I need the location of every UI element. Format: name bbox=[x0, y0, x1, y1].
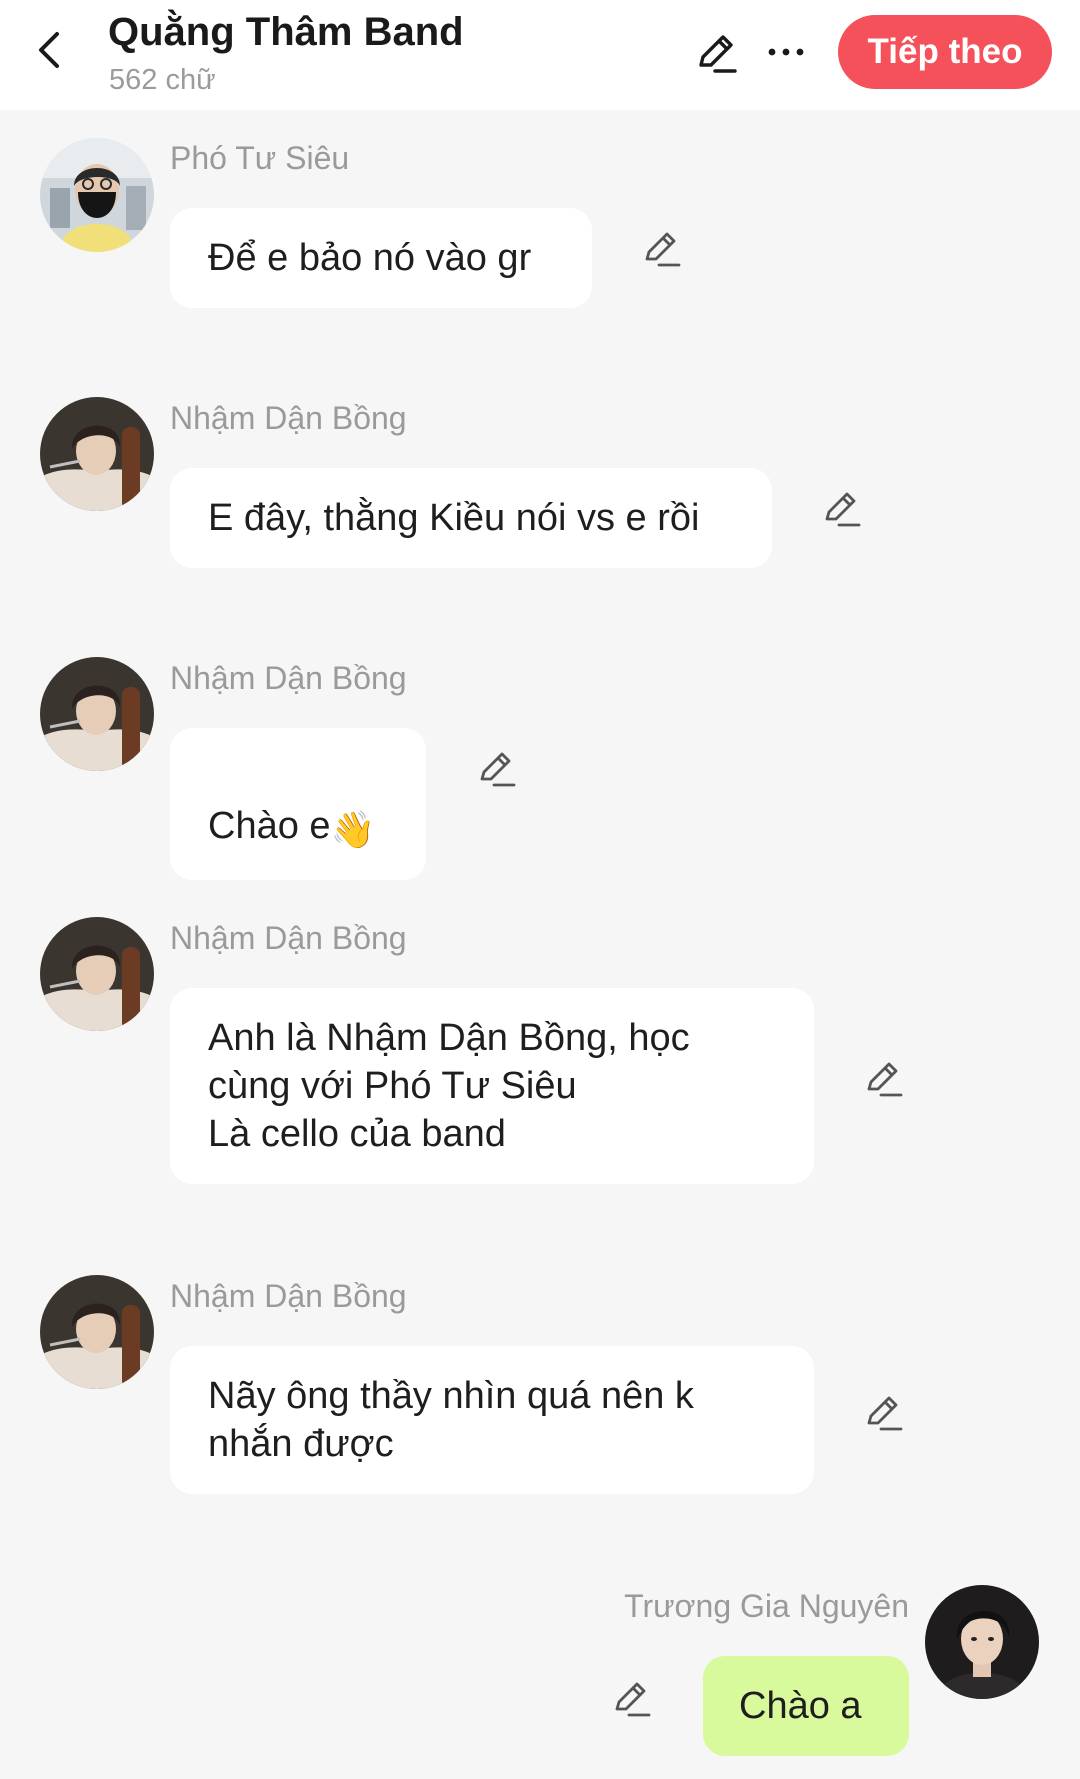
back-button[interactable] bbox=[22, 22, 78, 78]
edit-message-button[interactable] bbox=[638, 224, 686, 272]
sender-name: Nhậm Dận Bồng bbox=[170, 1278, 407, 1314]
sender-name: Nhậm Dận Bồng bbox=[170, 920, 407, 956]
pencil-icon bbox=[480, 752, 516, 787]
message-text: Chào e bbox=[208, 805, 331, 847]
sender-name: Nhậm Dận Bồng bbox=[170, 400, 407, 436]
pencil-icon bbox=[825, 492, 861, 527]
edit-title-button[interactable] bbox=[690, 26, 742, 78]
message-bubble[interactable]: E đây, thằng Kiều nói vs e rồi bbox=[170, 468, 772, 568]
sender-name: Nhậm Dận Bồng bbox=[170, 660, 407, 696]
edit-message-button[interactable] bbox=[473, 744, 521, 792]
avatar[interactable] bbox=[40, 397, 154, 511]
page-title: Quằng Thâm Band bbox=[108, 10, 464, 54]
sender-name: Phó Tư Siêu bbox=[170, 140, 350, 176]
chevron-left-icon bbox=[39, 32, 59, 68]
avatar[interactable] bbox=[40, 917, 154, 1031]
edit-message-button[interactable] bbox=[860, 1054, 908, 1102]
edit-message-button[interactable] bbox=[818, 484, 866, 532]
pencil-icon bbox=[645, 232, 681, 267]
cellist-avatar bbox=[40, 397, 154, 511]
cellist-avatar bbox=[40, 1275, 154, 1389]
message-bubble[interactable]: Để e bảo nó vào gr bbox=[170, 208, 592, 308]
more-dots-icon bbox=[768, 48, 804, 56]
avatar[interactable] bbox=[40, 138, 154, 252]
pencil-icon bbox=[699, 35, 737, 73]
avatar[interactable] bbox=[40, 657, 154, 771]
pencil-icon bbox=[867, 1396, 903, 1431]
top-bar: Quằng Thâm Band 562 chữ Tiếp theo bbox=[0, 0, 1080, 110]
message-bubble[interactable]: Chào e👋 bbox=[170, 728, 426, 880]
avatar[interactable] bbox=[40, 1275, 154, 1389]
young-man-avatar bbox=[925, 1585, 1039, 1699]
next-button[interactable]: Tiếp theo bbox=[838, 15, 1052, 89]
cellist-avatar bbox=[40, 657, 154, 771]
cellist-avatar bbox=[40, 917, 154, 1031]
avatar[interactable] bbox=[925, 1585, 1039, 1699]
chat-screen: Quằng Thâm Band 562 chữ Tiếp theo Phó Tư… bbox=[0, 0, 1080, 1779]
masked-person-avatar bbox=[40, 138, 154, 252]
pencil-icon bbox=[615, 1682, 651, 1717]
pencil-icon bbox=[867, 1062, 903, 1097]
my-message-bubble[interactable]: Chào a bbox=[703, 1656, 909, 1756]
edit-message-button[interactable] bbox=[860, 1388, 908, 1436]
more-button[interactable] bbox=[760, 26, 812, 78]
message-bubble[interactable]: Nãy ông thầy nhìn quá nên k nhắn được bbox=[170, 1346, 814, 1494]
sender-name: Trương Gia Nguyên bbox=[624, 1588, 909, 1624]
edit-message-button[interactable] bbox=[608, 1674, 656, 1722]
waving-hand-emoji: 👋 bbox=[330, 809, 376, 850]
word-count: 562 chữ bbox=[109, 64, 216, 96]
message-bubble[interactable]: Anh là Nhậm Dận Bồng, học cùng với Phó T… bbox=[170, 988, 814, 1184]
